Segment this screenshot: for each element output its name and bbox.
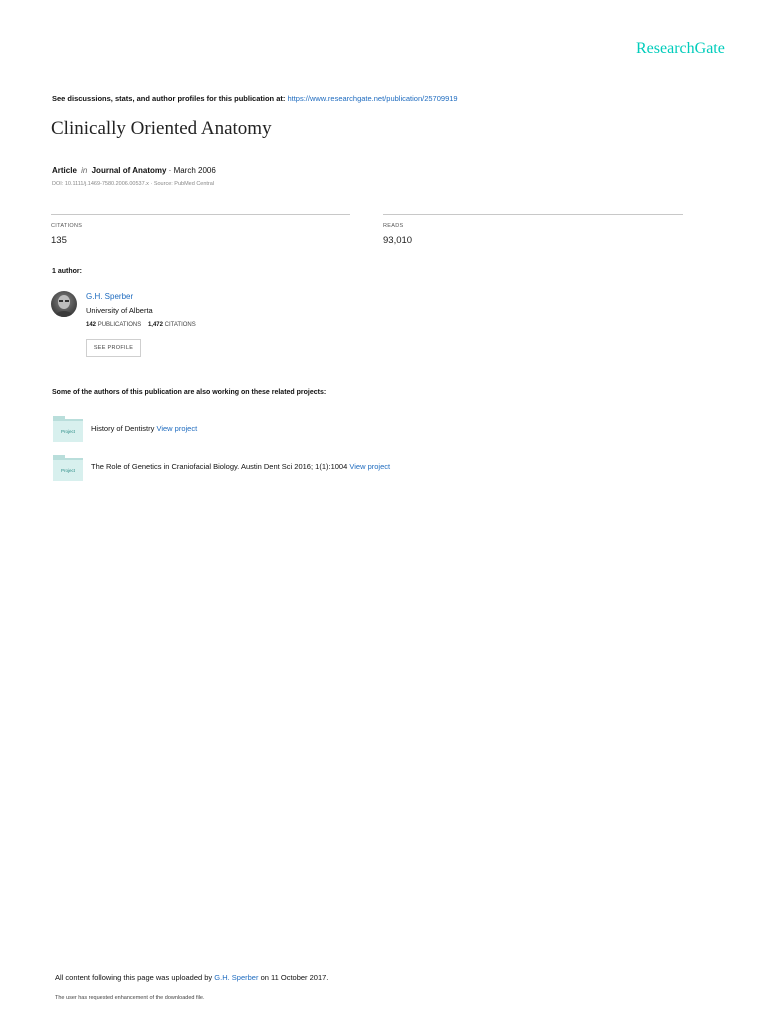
journal-name: Journal of Anatomy bbox=[91, 166, 167, 175]
project-item: The Role of Genetics in Craniofacial Bio… bbox=[91, 462, 390, 471]
author-citations-count: 1,472 bbox=[147, 322, 163, 328]
uploader-link[interactable]: G.H. Sperber bbox=[214, 973, 258, 982]
publications-label: PUBLICATIONS bbox=[97, 322, 142, 328]
citations-divider bbox=[51, 214, 350, 215]
discussion-line: See discussions, stats, and author profi… bbox=[52, 94, 458, 103]
article-type: Article bbox=[52, 166, 77, 175]
publications-count: 142 bbox=[86, 322, 97, 328]
authors-heading: 1 author: bbox=[52, 268, 82, 275]
citations-label: CITATIONS bbox=[51, 223, 83, 229]
project-item: History of Dentistry View project bbox=[91, 424, 197, 433]
project-icon-label: Project bbox=[60, 429, 75, 434]
author-citations-label: CITATIONS bbox=[164, 322, 196, 328]
researchgate-logo[interactable]: ResearchGate bbox=[636, 40, 725, 58]
doi-line: DOI: 10.1111/j.1469-7580.2006.00537.x · … bbox=[52, 181, 215, 187]
project-folder-icon[interactable]: Project bbox=[53, 416, 83, 442]
enhancement-note: The user has requested enhancement of th… bbox=[55, 995, 205, 1001]
project-title: The Role of Genetics in Craniofacial Bio… bbox=[91, 462, 348, 471]
in-word: in bbox=[81, 166, 88, 175]
project-folder-icon[interactable]: Project bbox=[53, 455, 83, 481]
reads-value: 93,010 bbox=[383, 235, 413, 246]
page-title: Clinically Oriented Anatomy bbox=[51, 118, 272, 139]
upload-suffix: on 11 October 2017. bbox=[260, 973, 329, 982]
see-profile-button[interactable]: SEE PROFILE bbox=[86, 339, 141, 357]
view-project-link[interactable]: View project bbox=[349, 462, 390, 471]
citations-value: 135 bbox=[51, 235, 67, 246]
reads-label: READS bbox=[383, 223, 404, 229]
view-project-link[interactable]: View project bbox=[156, 424, 197, 433]
publication-date: March 2006 bbox=[173, 166, 216, 175]
publication-meta: Article in Journal of Anatomy · March 20… bbox=[52, 166, 216, 175]
discussion-text: See discussions, stats, and author profi… bbox=[52, 94, 286, 103]
upload-prefix: All content following this page was uplo… bbox=[55, 973, 213, 982]
author-stats: 142 PUBLICATIONS 1,472 CITATIONS bbox=[86, 322, 196, 328]
project-icon-label: Project bbox=[60, 468, 75, 473]
author-institution: University of Alberta bbox=[86, 306, 153, 315]
upload-notice: All content following this page was uplo… bbox=[55, 973, 328, 982]
projects-heading: Some of the authors of this publication … bbox=[52, 389, 327, 396]
publication-url-link[interactable]: https://www.researchgate.net/publication… bbox=[287, 94, 457, 103]
author-avatar[interactable] bbox=[51, 291, 77, 317]
reads-divider bbox=[383, 214, 683, 215]
project-title: History of Dentistry bbox=[91, 424, 155, 433]
portrait-icon bbox=[55, 295, 73, 317]
author-name-link[interactable]: G.H. Sperber bbox=[86, 292, 133, 301]
